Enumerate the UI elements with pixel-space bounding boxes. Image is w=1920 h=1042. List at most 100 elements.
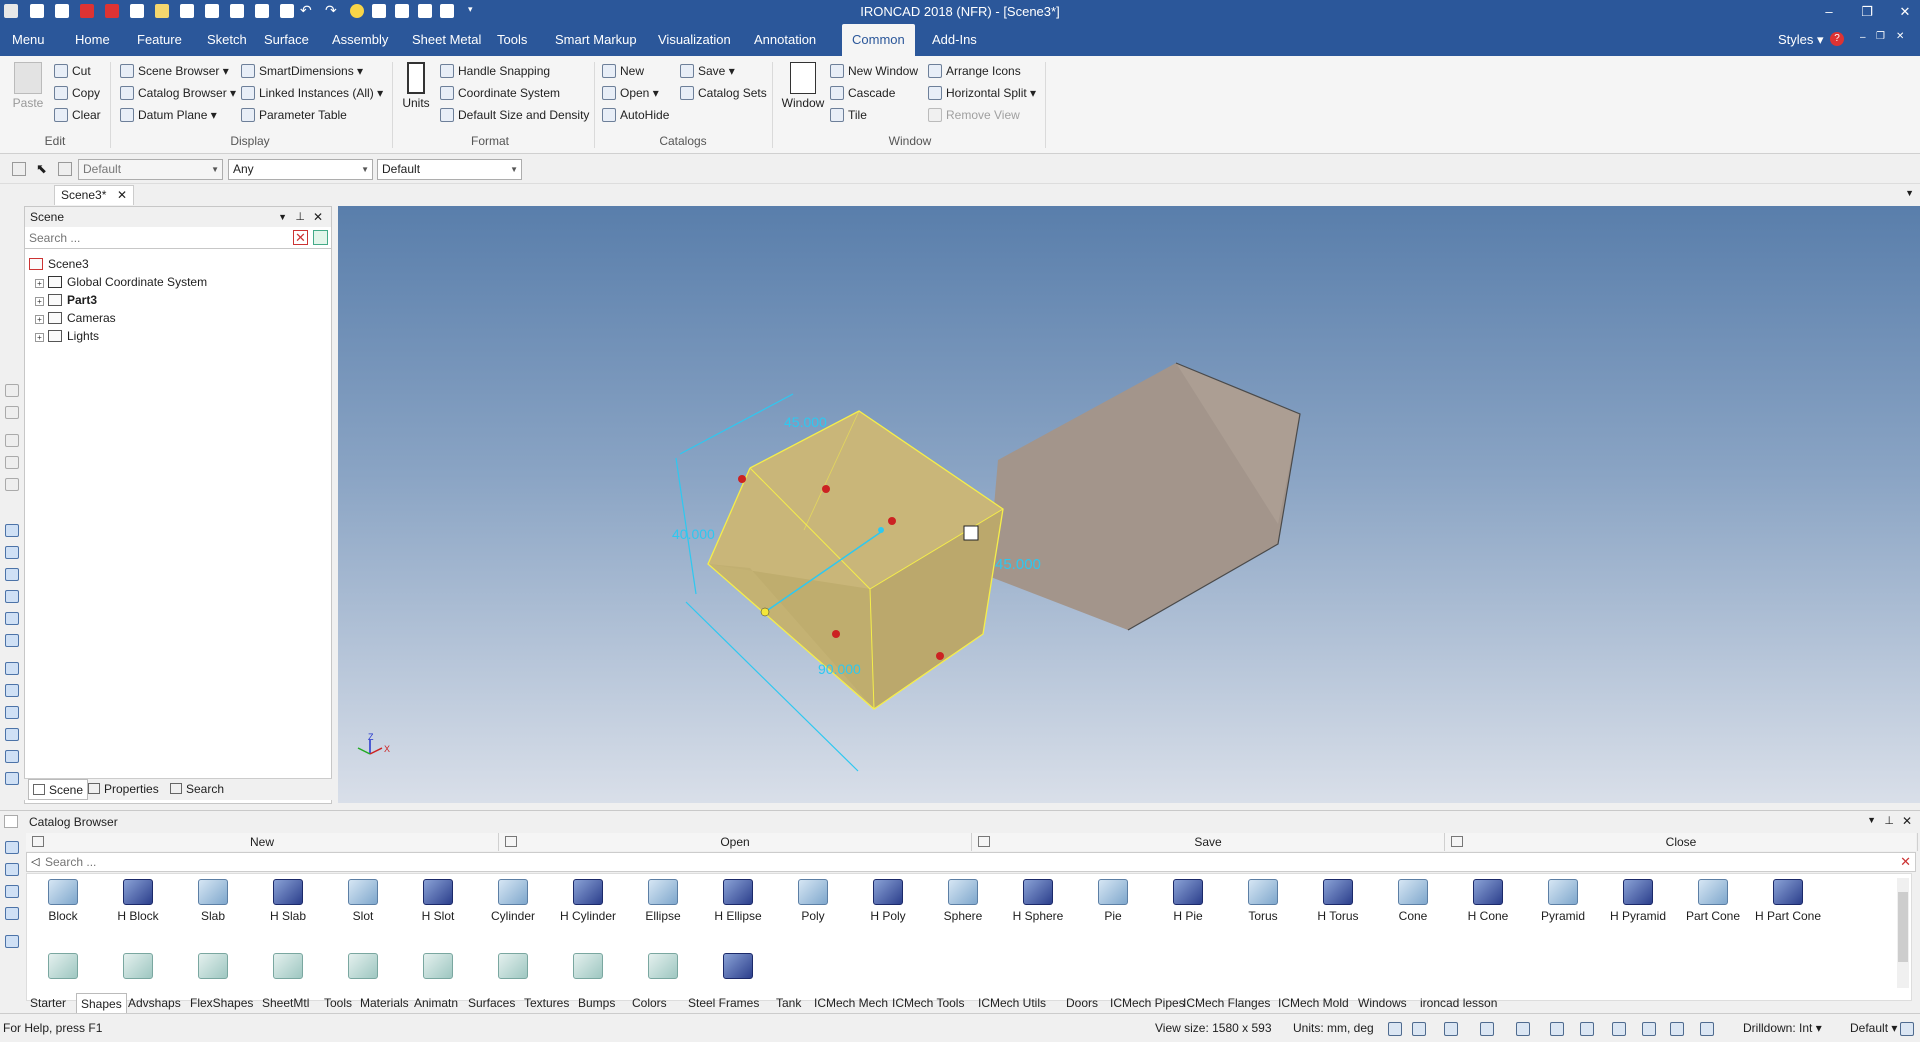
select-mode-icon[interactable] [58,162,72,176]
catalog-tab-surfaces[interactable]: Surfaces [468,993,515,1013]
menu-tab-surface[interactable]: Surface [254,24,319,56]
catalog-item[interactable]: Torus [1227,874,1299,923]
catalog-item[interactable] [177,948,249,983]
catalog-item[interactable]: Slot [327,874,399,923]
export-icon[interactable] [230,4,244,18]
pointer-mode-icon[interactable] [1700,1022,1714,1036]
view-iso-icon[interactable] [5,662,19,675]
catalog-tab-doors[interactable]: Doors [1066,993,1098,1013]
menu-tab-sketch[interactable]: Sketch [197,24,257,56]
window-button[interactable]: Window [778,62,828,110]
cascade-button[interactable]: Cascade [830,83,895,103]
view-options-icon[interactable] [1550,1022,1564,1036]
minimize-button[interactable]: – [1808,1,1850,23]
catalog-item[interactable]: H Block [102,874,174,923]
catalog-item[interactable]: H Slab [252,874,324,923]
paste-button[interactable]: Paste [8,62,48,110]
catalog-tab-starter[interactable]: Starter [30,993,66,1013]
catalog-item[interactable]: Cone [1377,874,1449,923]
tri-ball-icon[interactable] [963,525,979,541]
default-selector[interactable]: Default ▾ [1850,1021,1897,1035]
catalog-new-button[interactable]: New [602,61,644,81]
scene-panel-tab-search[interactable]: Search [170,782,224,796]
handle-point[interactable] [888,517,896,525]
catalog-tab-flexshapes[interactable]: FlexShapes [190,993,253,1013]
doc-minimize-icon[interactable]: – [1860,32,1866,43]
filter-icon[interactable] [1642,1022,1656,1036]
open-icon[interactable] [55,4,69,18]
catalog-clear-search-icon[interactable]: ✕ [1900,854,1911,870]
tree-item[interactable]: + Part3 [35,291,97,309]
menu-tab-assembly[interactable]: Assembly [322,24,398,56]
save-as-icon[interactable] [205,4,219,18]
catalog-tab-colors[interactable]: Colors [632,993,667,1013]
catalog-side-icon[interactable] [5,841,19,854]
catalog-item[interactable]: H Cylinder [552,874,624,923]
menu-tab-home[interactable]: Home [65,24,120,56]
scene-browser-button[interactable]: Scene Browser ▾ [120,61,229,81]
catalog-tab-materials[interactable]: Materials [360,993,409,1013]
customize-icon[interactable] [440,4,454,18]
view-fit-icon[interactable] [5,706,19,719]
catalog-close-icon[interactable]: ✕ [1902,814,1912,828]
dimension-label-left[interactable]: 40.000 [672,526,715,542]
section-icon[interactable] [1612,1022,1626,1036]
menu-tab-smart-markup[interactable]: Smart Markup [545,24,647,56]
catalog-item[interactable] [702,948,774,983]
catalog-item[interactable]: H Pyramid [1602,874,1674,923]
catalog-tab-tools[interactable]: Tools [324,993,352,1013]
tool-icon[interactable] [5,434,19,447]
filter-combo[interactable]: Any ▼ [228,159,373,180]
view-right-icon[interactable] [5,590,19,603]
scene-search-input[interactable] [27,229,283,247]
catalog-tab-ironcad-lesson[interactable]: ironcad lesson [1420,993,1497,1013]
catalog-pin-icon[interactable]: ⊥ [1884,814,1894,827]
menu-tab-tools[interactable]: Tools [487,24,537,56]
smart-dimensions-button[interactable]: SmartDimensions ▾ [241,61,363,81]
catalog-item[interactable]: H Pie [1152,874,1224,923]
catalog-item[interactable]: Sphere [927,874,999,923]
menu-tab-sheet-metal[interactable]: Sheet Metal [402,24,491,56]
catalog-scrollbar-thumb[interactable] [1898,892,1908,962]
catalog-item[interactable]: Ellipse [627,874,699,923]
clear-button[interactable]: Clear [54,105,101,125]
expand-icon[interactable]: + [35,279,44,288]
tree-item[interactable]: Scene3 [29,255,89,273]
catalog-search-input[interactable] [45,854,1865,870]
view-normal-icon[interactable] [5,684,19,697]
tree-item[interactable]: + Cameras [35,309,116,327]
arrange-icons-button[interactable]: Arrange Icons [928,61,1021,81]
render-icon[interactable] [372,4,386,18]
expand-icon[interactable]: + [35,333,44,342]
catalog-item[interactable]: Part Cone [1677,874,1749,923]
dimension-label-bottom[interactable]: 90.000 [818,661,861,677]
print-icon[interactable] [255,4,269,18]
catalog-item[interactable]: H Cone [1452,874,1524,923]
doc-close-icon[interactable]: ✕ [1896,31,1904,42]
handle-point[interactable] [936,652,944,660]
catalog-item[interactable]: Cylinder [477,874,549,923]
view-bottom-icon[interactable] [5,634,19,647]
catalog-scrollbar[interactable] [1897,878,1909,988]
catalog-tab-bumps[interactable]: Bumps [578,993,615,1013]
catalog-new-button[interactable]: New [26,833,499,851]
catalog-tab-icmech-utils[interactable]: ICMech Utils [978,993,1046,1013]
catalog-tab-icmech-mech[interactable]: ICMech Mech [814,993,888,1013]
style-combo[interactable]: Default ▼ [78,159,223,180]
tile-button[interactable]: Tile [830,105,867,125]
tool-icon[interactable] [5,456,19,469]
catalog-item[interactable]: H Ellipse [702,874,774,923]
anchor-point[interactable] [760,607,770,617]
catalog-item[interactable]: H Sphere [1002,874,1074,923]
copy-button[interactable]: Copy [54,83,100,103]
scene-panel-tab-scene[interactable]: Scene [28,779,89,800]
catalog-menu-icon[interactable]: ▼ [1867,815,1876,825]
clear-search-icon[interactable]: ✕ [293,230,308,245]
view-front-icon[interactable] [5,524,19,537]
display-combo[interactable]: Default ▼ [377,159,522,180]
horizontal-split-button[interactable]: Horizontal Split ▾ [928,83,1036,103]
zoom-fit-icon[interactable] [1388,1022,1402,1036]
catalog-open-button[interactable]: Open ▾ [602,83,659,103]
restore-button[interactable]: ❐ [1846,1,1888,23]
autohide-button[interactable]: AutoHide [602,105,669,125]
